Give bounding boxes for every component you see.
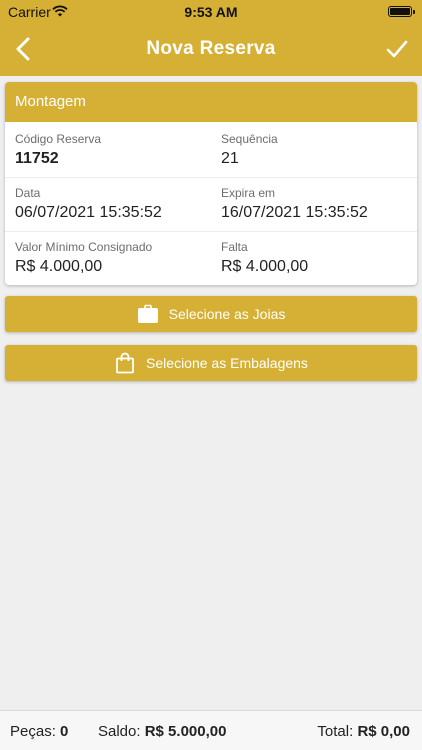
- select-embalagens-button[interactable]: Selecione as Embalagens: [5, 345, 417, 381]
- pecas-label: Peças:: [10, 723, 56, 740]
- codigo-reserva-label: Código Reserva: [15, 132, 102, 146]
- expira-value: 16/07/2021 15:35:52: [221, 204, 368, 221]
- total-value: R$ 0,00: [357, 723, 410, 740]
- select-joias-label: Selecione as Joias: [168, 306, 286, 322]
- saldo-label: Saldo:: [98, 723, 141, 740]
- status-bar: Carrier 9:53 AM: [0, 0, 422, 24]
- select-joias-button[interactable]: Selecione as Joias: [5, 296, 417, 332]
- card-header: Montagem: [5, 82, 417, 122]
- saldo-summary: Saldo: R$ 5.000,00: [98, 723, 226, 740]
- pecas-value: 0: [60, 723, 69, 740]
- valor-minimo-label: Valor Mínimo Consignado: [15, 240, 153, 254]
- shopping-bag-icon: [114, 352, 136, 374]
- saldo-value: R$ 5.000,00: [144, 723, 227, 740]
- codigo-reserva-value: 11752: [15, 150, 59, 167]
- total-label: Total:: [317, 723, 354, 740]
- data-field: Data 06/07/2021 15:35:52: [15, 186, 162, 223]
- total-summary: Total: R$ 0,00: [317, 723, 410, 740]
- sequencia-field: Sequência 21: [221, 132, 278, 169]
- reservation-card: Montagem Código Reserva 11752 Sequência …: [5, 82, 417, 285]
- select-embalagens-label: Selecione as Embalagens: [146, 355, 308, 371]
- sequencia-label: Sequência: [221, 132, 278, 146]
- expira-label: Expira em: [221, 186, 276, 200]
- status-time: 9:53 AM: [184, 4, 238, 20]
- card-row: Valor Mínimo Consignado R$ 4.000,00 Falt…: [5, 232, 417, 285]
- sequencia-value: 21: [221, 150, 239, 167]
- pecas-summary: Peças: 0: [10, 723, 68, 740]
- check-icon[interactable]: [386, 38, 408, 60]
- falta-value: R$ 4.000,00: [221, 258, 309, 275]
- valor-minimo-value: R$ 4.000,00: [15, 258, 103, 275]
- falta-label: Falta: [221, 240, 248, 254]
- data-label: Data: [15, 186, 41, 200]
- app-header: Carrier 9:53 AM Nova Reserva: [0, 0, 422, 76]
- card-row: Código Reserva 11752 Sequência 21: [5, 124, 417, 178]
- data-value: 06/07/2021 15:35:52: [15, 204, 162, 221]
- card-row: Data 06/07/2021 15:35:52 Expira em 16/07…: [5, 178, 417, 232]
- page-title: Nova Reserva: [146, 38, 276, 59]
- summary-footer: Peças: 0 Saldo: R$ 5.000,00 Total: R$ 0,…: [0, 710, 422, 750]
- briefcase-icon: [137, 303, 159, 325]
- falta-field: Falta R$ 4.000,00: [221, 240, 308, 277]
- battery-icon: [388, 6, 415, 17]
- chevron-left-icon[interactable]: [12, 36, 36, 62]
- codigo-reserva-field: Código Reserva 11752: [15, 132, 101, 169]
- valor-minimo-field: Valor Mínimo Consignado R$ 4.000,00: [15, 240, 152, 277]
- expira-field: Expira em 16/07/2021 15:35:52: [221, 186, 368, 223]
